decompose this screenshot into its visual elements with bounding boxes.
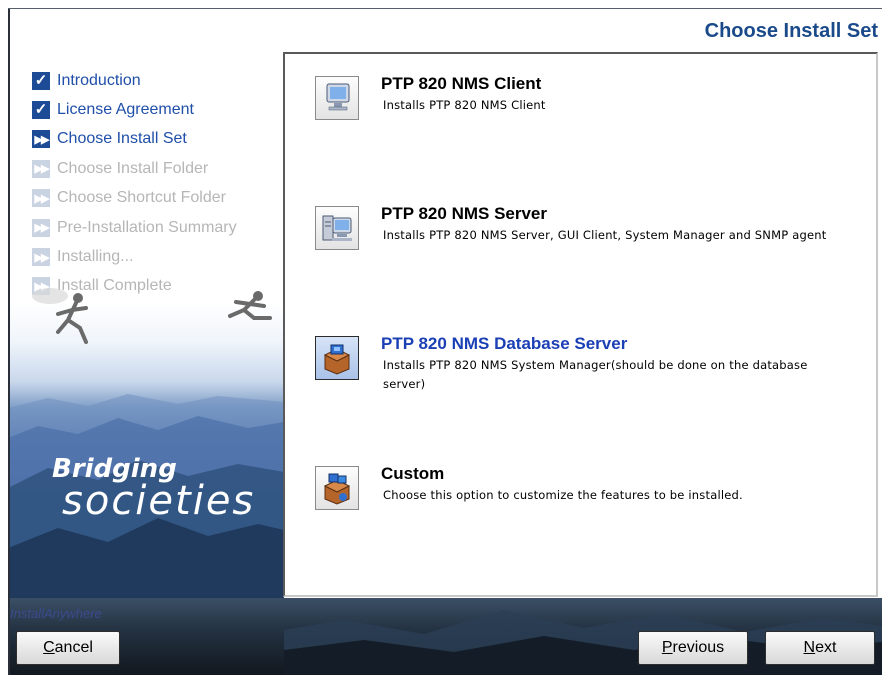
option-button-custom[interactable] — [315, 466, 359, 510]
custom-package-icon — [323, 473, 351, 505]
previous-label: revious — [672, 639, 725, 656]
checkmark-icon: ✓ — [32, 101, 50, 120]
next-label: ext — [815, 639, 837, 656]
step-choose-shortcut-folder: ▶▶ Choose Shortcut Folder — [32, 184, 237, 213]
window-border — [8, 8, 10, 675]
package-box-icon — [323, 344, 351, 375]
installer-window: Choose Install Set ✓ Introduction ✓ Lice… — [8, 8, 882, 675]
double-arrow-icon: ▶▶ — [32, 130, 50, 149]
option-title: PTP 820 NMS Client — [381, 74, 542, 93]
step-label: License Agreement — [57, 101, 194, 119]
next-mnemonic: N — [803, 639, 816, 656]
install-set-panel: PTP 820 NMS Client Installs PTP 820 NMS … — [283, 52, 878, 597]
steps-list: ✓ Introduction ✓ License Agreement ▶▶ Ch… — [32, 66, 237, 301]
step-label: Installing... — [57, 248, 134, 266]
jumping-figure-icon — [228, 291, 272, 320]
step-label: Pre-Installation Summary — [57, 218, 237, 236]
server-computer-icon — [322, 215, 352, 241]
page-title: Choose Install Set — [704, 20, 878, 42]
option-button-nms-client[interactable] — [315, 76, 359, 120]
previous-button[interactable]: Previous — [638, 631, 748, 665]
step-choose-install-folder: ▶▶ Choose Install Folder — [32, 154, 237, 183]
option-button-nms-server[interactable] — [315, 206, 359, 250]
option-title: PTP 820 NMS Server — [381, 204, 547, 223]
cancel-label: ancel — [54, 639, 93, 656]
monitor-icon — [326, 83, 350, 111]
cancel-mnemonic: C — [43, 639, 55, 656]
option-description: Choose this option to customize the feat… — [383, 488, 743, 502]
step-introduction: ✓ Introduction — [32, 66, 237, 95]
option-description: Installs PTP 820 NMS Server, GUI Client,… — [383, 228, 827, 242]
previous-mnemonic: P — [661, 639, 673, 656]
option-title: PTP 820 NMS Database Server — [381, 334, 628, 353]
next-button[interactable]: Next — [765, 631, 875, 665]
step-choose-install-set: ▶▶ Choose Install Set — [32, 125, 237, 154]
option-description: Installs PTP 820 NMS System Manager(shou… — [383, 358, 808, 391]
double-arrow-icon: ▶▶ — [32, 218, 50, 237]
step-label: Choose Install Set — [57, 130, 187, 148]
step-label: Choose Install Folder — [57, 159, 209, 177]
double-arrow-icon: ▶▶ — [32, 159, 50, 178]
option-button-nms-database-server[interactable] — [315, 336, 359, 380]
brand-line-2: societies — [62, 478, 256, 524]
option-title: Custom — [381, 464, 445, 483]
cancel-button[interactable]: Cancel — [16, 631, 120, 665]
step-pre-installation-summary: ▶▶ Pre-Installation Summary — [32, 213, 237, 242]
option-description: Installs PTP 820 NMS Client — [383, 98, 546, 112]
double-arrow-icon: ▶▶ — [32, 248, 50, 267]
step-label: Choose Shortcut Folder — [57, 189, 226, 207]
window-border-top — [8, 8, 882, 9]
installer-brand-label: InstallAnywhere — [10, 606, 102, 621]
checkmark-icon: ✓ — [32, 71, 50, 90]
step-installing: ▶▶ Installing... — [32, 242, 237, 271]
step-label: Introduction — [57, 71, 141, 89]
running-figure-icon — [32, 288, 88, 344]
step-license-agreement: ✓ License Agreement — [32, 95, 237, 124]
double-arrow-icon: ▶▶ — [32, 189, 50, 208]
